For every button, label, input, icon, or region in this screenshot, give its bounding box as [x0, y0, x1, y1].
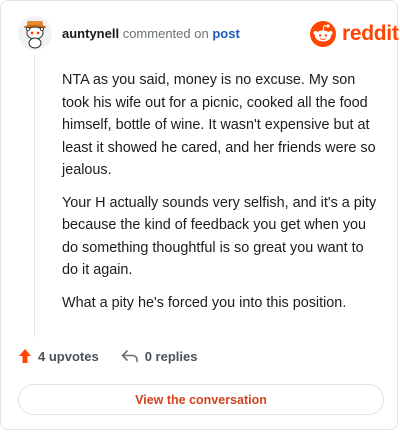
reply-arrow-icon [121, 350, 138, 363]
reddit-brand[interactable]: reddit [310, 20, 399, 48]
upvote-arrow-icon [19, 349, 31, 363]
reddit-logo-icon [310, 21, 336, 47]
comment-paragraph: NTA as you said, money is no excuse. My … [62, 72, 376, 178]
comment-actions: 4 upvotes 0 replies [18, 348, 219, 364]
reply-button[interactable]: 0 replies [121, 348, 198, 364]
upvote-button[interactable]: 4 upvotes [18, 348, 99, 364]
post-link[interactable]: post [212, 26, 239, 41]
snoo-avatar-icon[interactable] [18, 16, 52, 50]
comment-paragraph: What a pity he's forced you into this po… [62, 294, 347, 311]
reply-count: 0 replies [144, 348, 198, 364]
embedded-comment-card: auntynell commented on post reddit NTA a… [0, 0, 399, 430]
reddit-wordmark: reddit [342, 22, 399, 45]
action-text: commented on [122, 26, 209, 41]
upvote-count: 4 upvotes [38, 348, 99, 364]
view-conversation-button[interactable]: View the conversation [18, 384, 384, 415]
comment-paragraph: Your H actually sounds very selfish, and… [62, 194, 377, 279]
thread-line [34, 55, 35, 337]
comment-header: auntynell commented on post [62, 26, 240, 41]
username[interactable]: auntynell [62, 26, 119, 41]
comment-body: NTA as you said, money is no excuse. My … [62, 69, 382, 324]
